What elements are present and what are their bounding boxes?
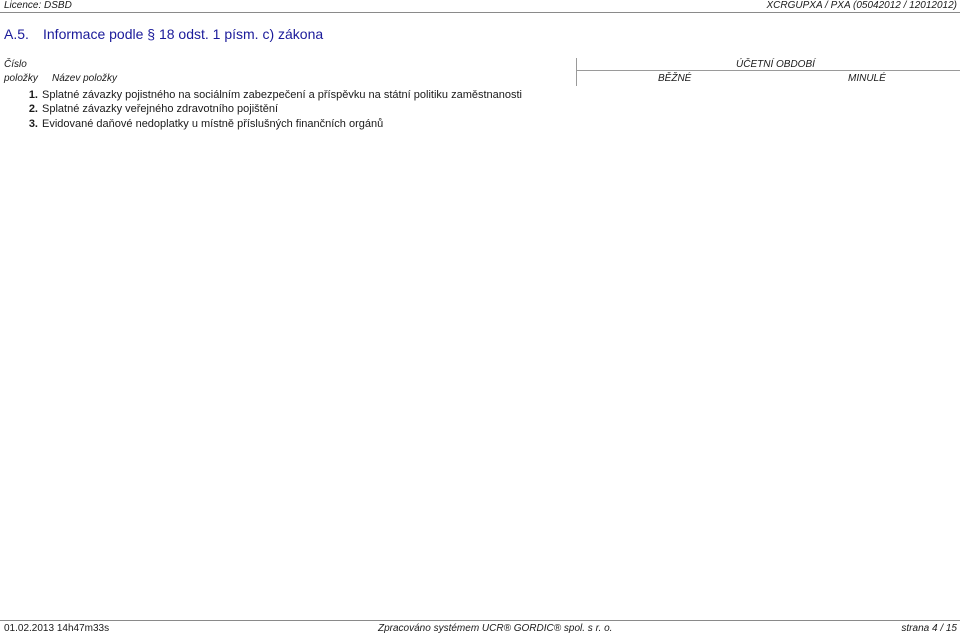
footer-processed-by: Zpracováno systémem UCR® GORDIC® spol. s… <box>378 623 613 634</box>
column-header-current: BĚŽNÉ <box>658 73 692 84</box>
row-number: 2. <box>28 103 38 115</box>
row-number: 3. <box>28 118 38 130</box>
footer-timestamp: 01.02.2013 14h47m33s <box>4 623 110 634</box>
column-divider <box>576 58 577 86</box>
section-title: Informace podle § 18 odst. 1 písm. c) zá… <box>43 26 324 42</box>
column-header-item: položky <box>4 73 38 84</box>
report-id: XCRGUPXA / PXA (05042012 / 12012012) <box>766 0 957 11</box>
column-header-number: Číslo <box>4 59 27 70</box>
row-label: Splatné závazky pojistného na sociálním … <box>42 89 522 101</box>
row-label: Evidované daňové nedoplatky u místně pří… <box>42 118 384 130</box>
column-header-name: Název položky <box>52 73 118 84</box>
column-header-accounting-period: ÚČETNÍ OBDOBÍ <box>736 59 815 70</box>
row-number: 1. <box>28 89 38 101</box>
row-label: Splatné závazky veřejného zdravotního po… <box>42 103 279 115</box>
section-code: A.5. <box>4 26 29 42</box>
period-header-divider <box>577 70 960 71</box>
header-divider <box>0 12 960 13</box>
column-header-previous: MINULÉ <box>848 73 886 84</box>
footer-divider <box>0 620 960 621</box>
footer-page-number: strana 4 / 15 <box>901 623 957 634</box>
licence-label: Licence: DSBD <box>4 0 72 11</box>
